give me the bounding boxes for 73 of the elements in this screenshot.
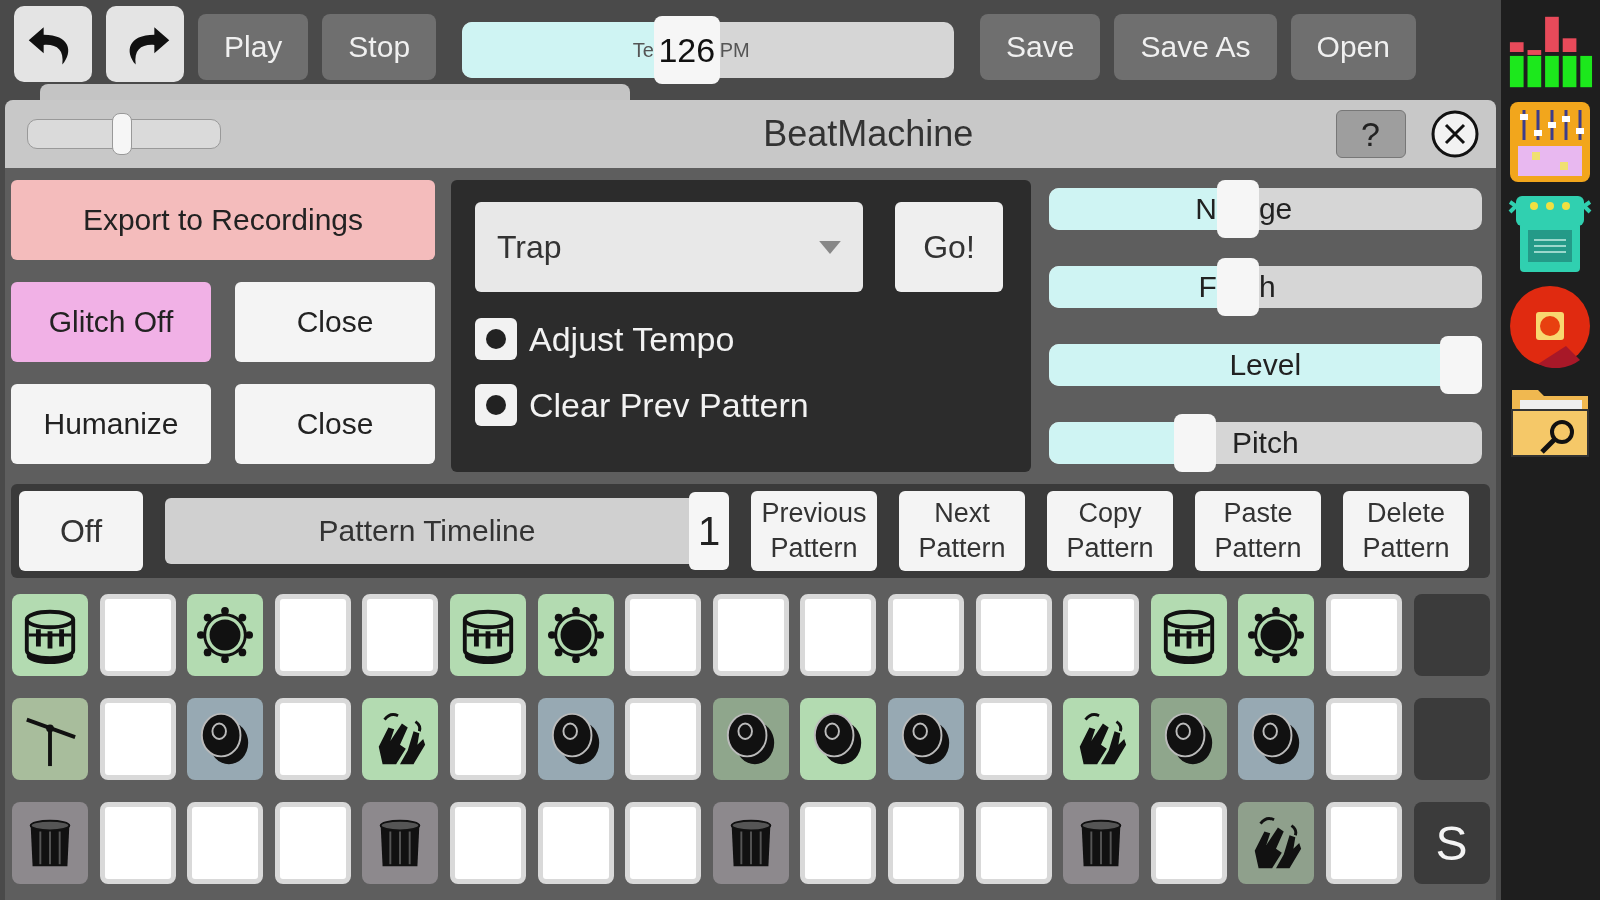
- slider-label: PM: [719, 38, 750, 61]
- checkbox[interactable]: [475, 384, 517, 426]
- timeline-position[interactable]: 1: [689, 492, 729, 570]
- action-button[interactable]: Glitch Off: [11, 282, 211, 362]
- checkbox-label: Clear Prev Pattern: [529, 385, 809, 425]
- pattern-button[interactable]: Delete Pattern: [1343, 491, 1469, 571]
- pad-button[interactable]: [1063, 802, 1140, 884]
- pad-button[interactable]: [537, 698, 614, 780]
- action-button[interactable]: Close: [235, 384, 435, 464]
- preset-dropdown[interactable]: Trap: [475, 202, 863, 292]
- tambourine-icon: [1247, 606, 1306, 664]
- slider-label: ge: [1258, 192, 1293, 225]
- pattern-button[interactable]: Previous Pattern: [751, 491, 877, 571]
- slider-label: Pitch: [1231, 426, 1299, 460]
- pad-button[interactable]: [1238, 594, 1315, 676]
- slider-label: Pattern Timeline: [318, 514, 536, 548]
- pad-button[interactable]: [1238, 802, 1315, 884]
- slider-thumb[interactable]: [1439, 336, 1482, 394]
- action-button[interactable]: Close: [235, 282, 435, 362]
- pad-button[interactable]: [449, 594, 526, 676]
- action-button[interactable]: Humanize: [11, 384, 211, 464]
- pad-button[interactable]: [187, 698, 264, 780]
- pad-button[interactable]: [712, 698, 789, 780]
- slider-label: N: [1195, 192, 1217, 226]
- pad-button[interactable]: [537, 594, 614, 676]
- pattern-button[interactable]: Paste Pattern: [1195, 491, 1321, 571]
- slider-thumb[interactable]: [1216, 180, 1259, 238]
- pad-button[interactable]: [712, 802, 789, 884]
- file-button[interactable]: Open: [1290, 14, 1416, 80]
- slider-label: Te: [632, 38, 654, 62]
- tambourine-icon: [546, 606, 605, 664]
- record-icon[interactable]: [1508, 284, 1593, 368]
- pad-button[interactable]: [362, 698, 439, 780]
- pad-button[interactable]: [887, 698, 964, 780]
- tempo-value[interactable]: 126: [653, 16, 720, 84]
- slider-label: F: [1198, 270, 1217, 304]
- undo-button[interactable]: [14, 6, 92, 82]
- checkbox-label: Adjust Tempo: [529, 319, 735, 359]
- go-button[interactable]: Go!: [895, 202, 1003, 292]
- pattern-button[interactable]: Copy Pattern: [1047, 491, 1173, 571]
- pad-button[interactable]: [1150, 698, 1227, 780]
- file-button[interactable]: Save As: [1114, 14, 1277, 80]
- pad-button[interactable]: [12, 802, 88, 884]
- row-side-button[interactable]: S: [1413, 802, 1490, 884]
- export-button[interactable]: Export to Recordings: [11, 180, 435, 260]
- pad-button[interactable]: [1238, 698, 1315, 780]
- tambourine-icon: [196, 606, 255, 664]
- transport-button[interactable]: Stop: [322, 14, 437, 80]
- slider-label: Level: [1229, 348, 1302, 382]
- pad-button[interactable]: [1150, 594, 1227, 676]
- close-icon: [1429, 109, 1480, 159]
- help-button[interactable]: ?: [1335, 110, 1406, 158]
- pad-button[interactable]: [362, 802, 439, 884]
- window-title: BeatMachine: [762, 113, 975, 155]
- zoom-slider[interactable]: [27, 113, 221, 155]
- close-button[interactable]: [1429, 109, 1480, 159]
- pad-button[interactable]: [12, 698, 88, 780]
- pattern-button[interactable]: Next Pattern: [899, 491, 1025, 571]
- pad-button[interactable]: [12, 594, 88, 676]
- slider-thumb[interactable]: [1173, 414, 1216, 472]
- slider-label: h: [1258, 270, 1276, 303]
- slider-thumb[interactable]: [1216, 258, 1259, 316]
- mixer-icon[interactable]: [1508, 100, 1593, 184]
- timeline-toggle[interactable]: Off: [19, 491, 143, 571]
- redo-button[interactable]: [106, 6, 184, 82]
- slider-thumb[interactable]: [112, 113, 133, 155]
- caret-icon: [819, 240, 841, 254]
- file-button[interactable]: Save: [980, 14, 1101, 80]
- pad-button[interactable]: [187, 594, 264, 676]
- transport-button[interactable]: Play: [198, 14, 309, 80]
- pad-button[interactable]: [1063, 698, 1140, 780]
- pad-button[interactable]: [800, 698, 877, 780]
- checkbox[interactable]: [475, 318, 517, 360]
